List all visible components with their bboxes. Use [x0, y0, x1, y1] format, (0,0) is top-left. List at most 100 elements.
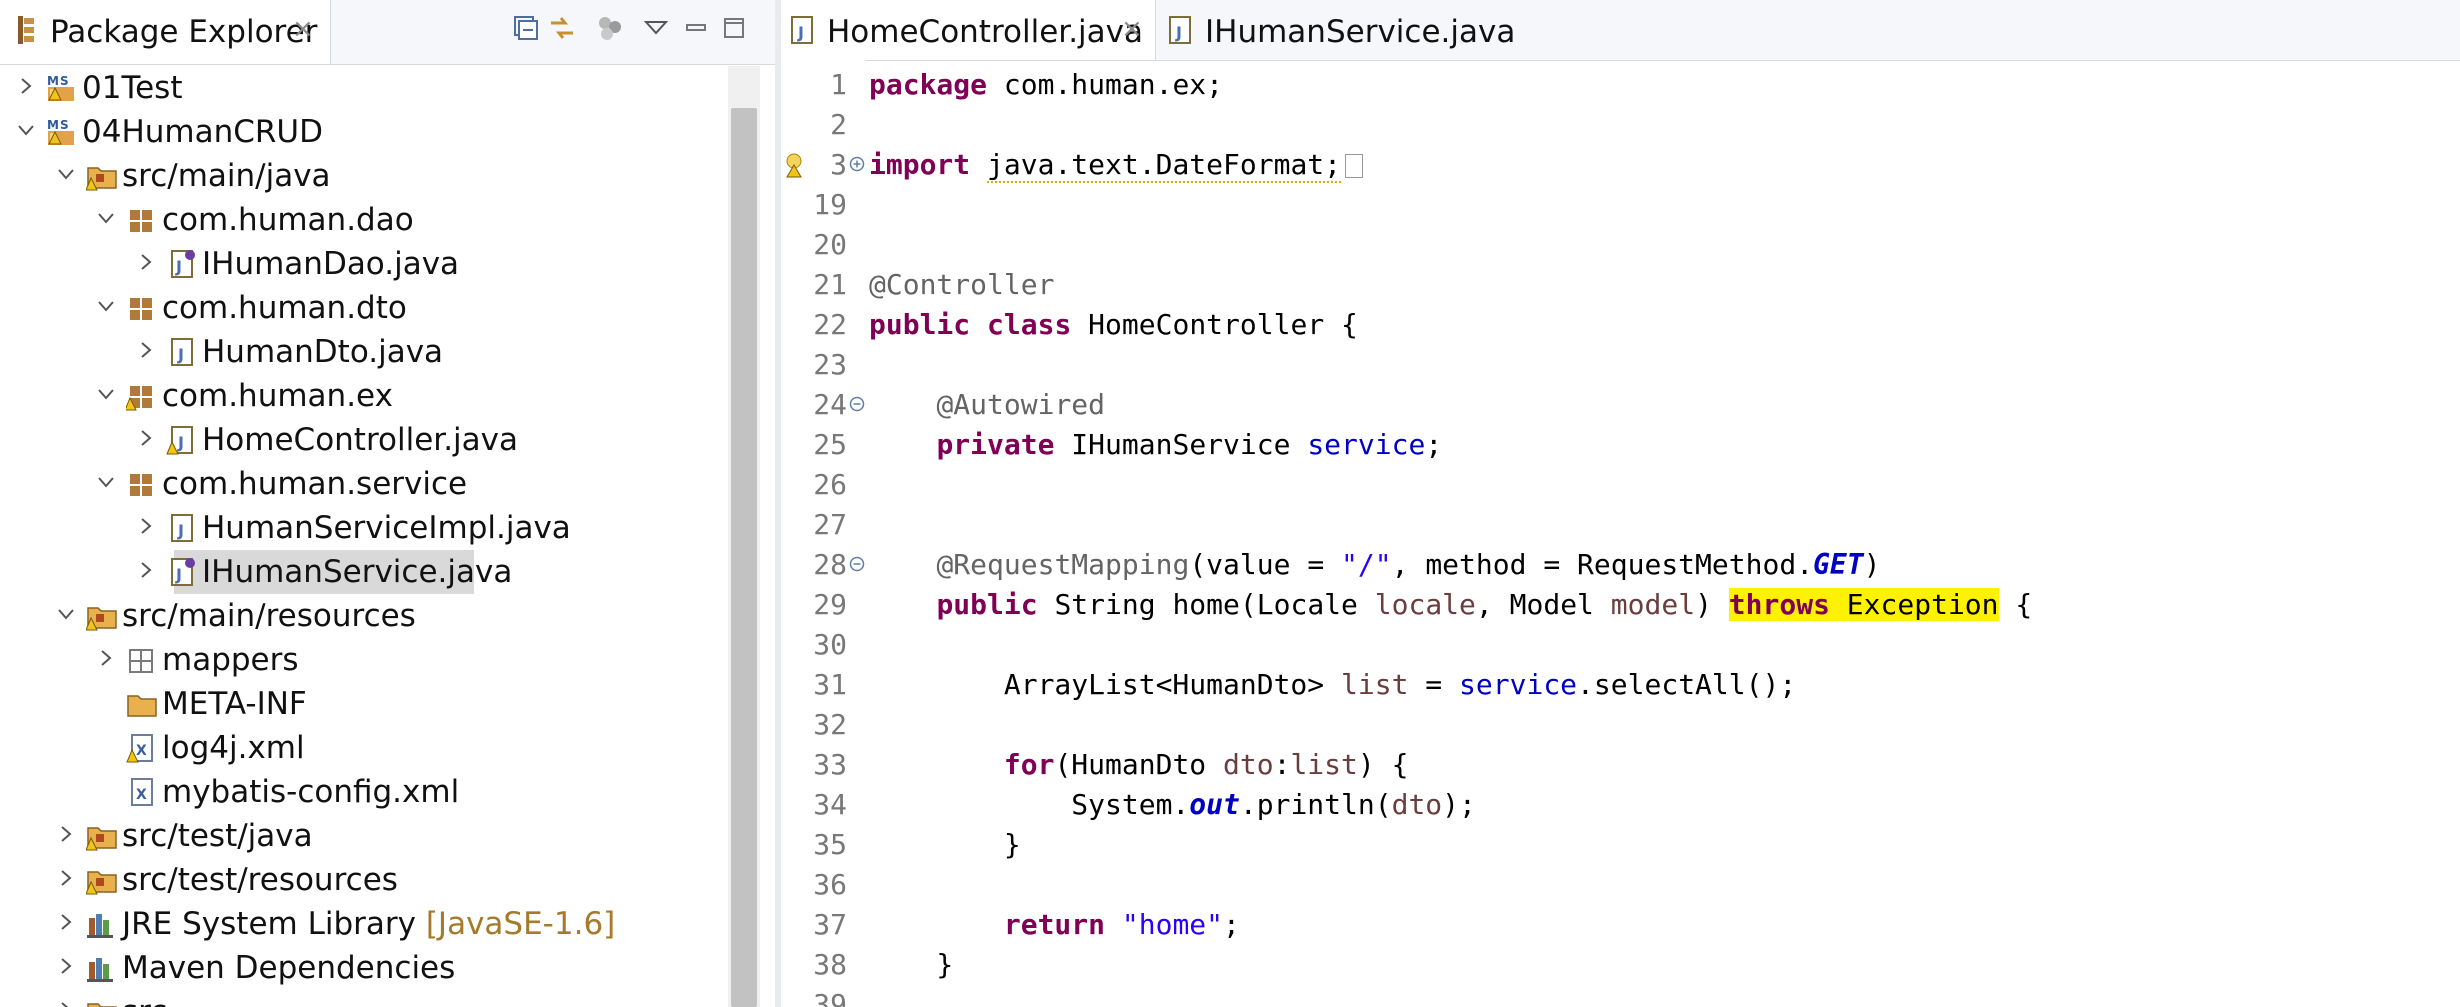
collapsed-imports-box[interactable]	[1345, 154, 1364, 178]
tree-item[interactable]: src/test/java	[0, 814, 720, 858]
collapse-fold-icon[interactable]	[849, 396, 865, 412]
expand-fold-icon[interactable]	[849, 156, 865, 172]
chevron-right-icon[interactable]	[134, 250, 158, 274]
chevron-right-icon[interactable]	[54, 910, 78, 934]
tab-home-controller[interactable]: J HomeController.java ×	[781, 0, 1156, 60]
tree-item-label: Maven Dependencies	[122, 950, 456, 986]
chevron-right-icon[interactable]	[134, 426, 158, 450]
tree-item-label: log4j.xml	[162, 730, 305, 766]
code-line: @Autowired	[936, 388, 1106, 421]
tree-item[interactable]: J IHumanService.java	[0, 550, 720, 594]
code-line: ArrayList<HumanDto> list = service.selec…	[869, 668, 1797, 701]
close-icon[interactable]: ×	[1121, 14, 1143, 44]
chevron-down-icon[interactable]	[54, 602, 78, 626]
collapse-fold-icon[interactable]	[849, 556, 865, 572]
line-number: 30	[813, 628, 847, 661]
line-number: 21	[813, 268, 847, 301]
line-number: 39	[813, 988, 847, 1007]
xml-file-icon: X	[126, 776, 158, 808]
collapse-all-icon[interactable]	[508, 10, 544, 46]
line-number: 20	[813, 228, 847, 261]
tree-item[interactable]: com.human.ex	[0, 374, 720, 418]
line-number: 1	[830, 68, 847, 101]
library-icon	[86, 952, 118, 984]
chevron-right-icon[interactable]	[54, 998, 78, 1007]
tree-item[interactable]: Xlog4j.xml	[0, 726, 720, 770]
chevron-down-icon[interactable]	[94, 382, 118, 406]
java-file-icon: J	[1169, 16, 1193, 50]
tree-item[interactable]: com.human.service	[0, 462, 720, 506]
tree-item[interactable]: J HumanServiceImpl.java	[0, 506, 720, 550]
maximize-icon[interactable]	[716, 10, 752, 46]
line-number-ruler[interactable]: 1 2 3 19 20 21 22 23 24 25 26 27 28 29 30 31 32 33 34 35 36 3…	[781, 60, 865, 1007]
link-with-editor-icon[interactable]	[544, 10, 580, 46]
tree-item[interactable]: Maven Dependencies	[0, 946, 720, 990]
tree-item[interactable]: Xmybatis-config.xml	[0, 770, 720, 814]
svg-text:X: X	[136, 743, 147, 759]
svg-text:J: J	[797, 23, 804, 42]
tree-item-label: HumanServiceImpl.java	[202, 510, 571, 546]
chevron-right-icon[interactable]	[54, 866, 78, 890]
code-line: for(HumanDto dto:list) {	[1003, 748, 1409, 781]
line-number: 2	[830, 108, 847, 141]
warning-marker-icon[interactable]	[785, 152, 807, 182]
view-menu-chevron-down-icon[interactable]	[638, 10, 674, 46]
chevron-right-icon[interactable]	[94, 646, 118, 670]
tree-item[interactable]: J HumanDto.java	[0, 330, 720, 374]
tab-ihuman-service[interactable]: J IHumanService.java	[1157, 0, 1515, 60]
tree-item[interactable]: M S 04HumanCRUD	[0, 110, 720, 154]
java-interface-file-icon: J	[166, 248, 198, 280]
line-number: 33	[813, 748, 847, 781]
folder-icon	[86, 996, 118, 1007]
xml-file-warning-icon: X	[126, 732, 158, 764]
chevron-down-icon[interactable]	[94, 294, 118, 318]
chevron-down-icon[interactable]	[94, 206, 118, 230]
code-line: }	[869, 948, 954, 981]
chevron-right-icon[interactable]	[14, 74, 38, 98]
tree-item[interactable]: M S 01Test	[0, 66, 720, 110]
tree-item[interactable]: src	[0, 990, 720, 1007]
library-icon	[86, 908, 118, 940]
filters-icon[interactable]	[592, 10, 628, 46]
close-icon[interactable]: ×	[292, 14, 314, 44]
line-number: 29	[813, 588, 847, 621]
package-icon	[126, 292, 158, 324]
tree-item[interactable]: JRE System Library [JavaSE-1.6]	[0, 902, 720, 946]
chevron-right-icon[interactable]	[134, 338, 158, 362]
minimize-icon[interactable]	[678, 10, 714, 46]
tree-item[interactable]: com.human.dto	[0, 286, 720, 330]
tree-item[interactable]: src/main/resources	[0, 594, 720, 638]
chevron-right-icon[interactable]	[134, 558, 158, 582]
chevron-down-icon[interactable]	[14, 118, 38, 142]
code-line: }	[869, 828, 1021, 861]
tree-item[interactable]: src/test/resources	[0, 858, 720, 902]
code-text-area[interactable]: package com.human.ex; import java.text.Da…	[869, 60, 2449, 1007]
line-number: 32	[813, 708, 847, 741]
chevron-right-icon[interactable]	[54, 954, 78, 978]
chevron-right-icon[interactable]	[134, 514, 158, 538]
package-explorer-title: Package Explorer	[50, 14, 318, 50]
chevron-down-icon[interactable]	[54, 162, 78, 186]
tree-item-label: HumanDto.java	[202, 334, 444, 370]
tree-item[interactable]: src/main/java	[0, 154, 720, 198]
package-explorer-header: Package Explorer ×	[0, 0, 775, 65]
tree-item[interactable]: J HomeController.java	[0, 418, 720, 462]
code-line: System.out.println(dto);	[869, 788, 1476, 821]
package-icon	[126, 204, 158, 236]
java-file-warning-icon: J	[166, 424, 198, 456]
tree-item[interactable]: J IHumanDao.java	[0, 242, 720, 286]
code-line: @RequestMapping(value = "/", method = Re…	[936, 548, 1881, 581]
tree-item-label: src/main/resources	[122, 598, 416, 634]
tree-item-label: 01Test	[82, 70, 183, 106]
package-explorer-tab[interactable]: Package Explorer ×	[0, 0, 331, 64]
scrollbar-thumb[interactable]	[731, 108, 757, 1007]
tree-item[interactable]: com.human.dao	[0, 198, 720, 242]
chevron-right-icon[interactable]	[54, 822, 78, 846]
tree-item[interactable]: META-INF	[0, 682, 720, 726]
tree-item[interactable]: mappers	[0, 638, 720, 682]
code-line: return "home";	[1003, 908, 1240, 941]
line-number: 25	[813, 428, 847, 461]
line-number: 27	[813, 508, 847, 541]
source-folder-icon	[85, 864, 118, 896]
chevron-down-icon[interactable]	[94, 470, 118, 494]
